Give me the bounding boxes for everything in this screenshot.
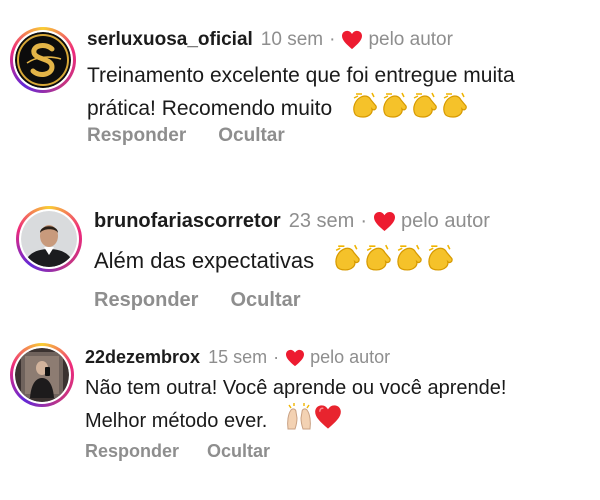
mirror-selfie-photo-icon	[15, 348, 69, 402]
comment-text-line: Não tem outra! Você aprende ou você apre…	[85, 377, 507, 399]
comment-text: Não tem outra! Você aprende ou você apre…	[85, 374, 506, 438]
hide-button[interactable]: Ocultar	[207, 441, 270, 462]
comment-header: 22dezembrox 15 sem · pelo autor	[85, 347, 390, 368]
separator: ·	[273, 347, 280, 367]
comment-actions: Responder Ocultar	[85, 441, 270, 462]
raising-hands-icon	[284, 402, 314, 438]
timestamp: 15 sem	[208, 347, 268, 367]
comment-text-line: Melhor método ever.	[85, 402, 506, 438]
red-heart-icon	[314, 404, 342, 438]
comment-text-span: Melhor método ever.	[85, 410, 268, 432]
reply-button[interactable]: Responder	[85, 441, 179, 462]
avatar[interactable]	[10, 343, 74, 407]
liked-by-author-label: pelo autor	[310, 347, 391, 367]
username[interactable]: 22dezembrox	[85, 347, 200, 368]
heart-icon	[286, 349, 305, 366]
comment-item: 22dezembrox 15 sem · pelo autor Não tem …	[0, 0, 600, 490]
